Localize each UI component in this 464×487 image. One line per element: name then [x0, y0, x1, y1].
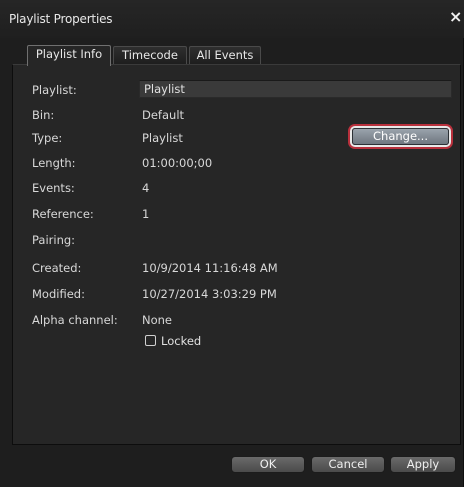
playlist-label: Playlist:	[32, 83, 77, 97]
modified-value: 10/27/2014 3:03:29 PM	[142, 287, 277, 301]
length-label: Length:	[32, 156, 76, 170]
playlist-properties-dialog: Playlist Properties × Playlist Info Time…	[0, 0, 464, 487]
playlist-info-panel	[12, 64, 461, 445]
alpha-channel-value: None	[142, 313, 173, 327]
reference-value: 1	[142, 207, 150, 221]
events-label: Events:	[32, 181, 75, 195]
events-value: 4	[142, 181, 150, 195]
type-label: Type:	[32, 131, 63, 145]
tab-timecode[interactable]: Timecode	[113, 46, 187, 65]
close-icon[interactable]: ×	[449, 9, 462, 25]
created-label: Created:	[32, 261, 82, 275]
length-value: 01:00:00;00	[142, 156, 213, 170]
reference-label: Reference:	[32, 207, 94, 221]
bin-label: Bin:	[32, 108, 55, 122]
locked-label[interactable]: Locked	[161, 334, 201, 348]
bin-value: Default	[142, 108, 185, 122]
title-bar: Playlist Properties ×	[0, 0, 464, 38]
playlist-name-input[interactable]	[139, 80, 452, 98]
cancel-button[interactable]: Cancel	[311, 456, 385, 473]
change-type-button[interactable]: Change...	[352, 128, 449, 145]
pairing-label: Pairing:	[32, 233, 76, 247]
locked-checkbox[interactable]	[145, 335, 156, 346]
apply-button[interactable]: Apply	[390, 456, 456, 473]
dialog-title: Playlist Properties	[9, 12, 113, 26]
tab-all-events[interactable]: All Events	[189, 46, 261, 65]
ok-button[interactable]: OK	[231, 456, 305, 473]
type-value: Playlist	[142, 131, 183, 145]
tab-playlist-info[interactable]: Playlist Info	[27, 45, 111, 66]
created-value: 10/9/2014 11:16:48 AM	[142, 261, 278, 275]
modified-label: Modified:	[32, 287, 85, 301]
alpha-channel-label: Alpha channel:	[32, 313, 118, 327]
